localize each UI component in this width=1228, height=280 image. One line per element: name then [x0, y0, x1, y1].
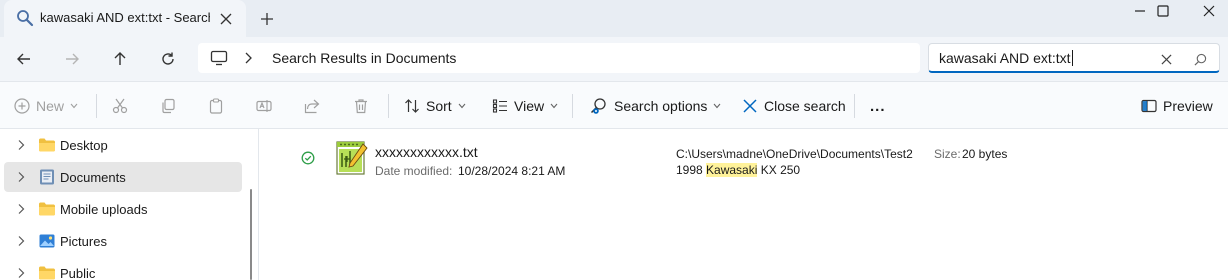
view-list-icon: [492, 99, 507, 113]
chevron-down-icon: [550, 103, 558, 109]
sidebar-item-label: Pictures: [60, 234, 107, 249]
chevron-down-icon: [458, 103, 466, 109]
cut-button[interactable]: [112, 94, 128, 118]
preview-label: Preview: [1163, 98, 1213, 114]
folder-icon: [39, 266, 55, 280]
maximize-icon[interactable]: [1140, 0, 1186, 22]
close-search-label: Close search: [764, 98, 846, 114]
sidebar-item-pictures[interactable]: Pictures: [4, 226, 242, 256]
refresh-icon[interactable]: [154, 46, 182, 72]
close-search-button[interactable]: Close search: [742, 94, 846, 118]
clipboard-icon: [209, 98, 223, 114]
content-snippet: 1998 Kawasaki KX 250: [676, 163, 801, 177]
documents-icon: [40, 169, 54, 185]
rename-button[interactable]: [256, 94, 272, 118]
navigation-pane: Desktop Documents Mobile uploads Picture…: [0, 129, 250, 280]
pictures-icon: [39, 234, 55, 248]
search-hit-highlight: Kawasaki: [706, 163, 758, 177]
sidebar-item-desktop[interactable]: Desktop: [4, 130, 242, 160]
window-close-icon[interactable]: [1186, 0, 1228, 22]
sidebar-item-public[interactable]: Public: [4, 258, 242, 280]
search-options-label: Search options: [614, 98, 708, 114]
plus-circle-icon: [14, 98, 30, 114]
date-modified-value: 10/28/2024 8:21 AM: [458, 164, 566, 178]
chevron-right-icon[interactable]: [16, 139, 26, 151]
separator: [388, 94, 389, 118]
sidebar-item-label: Public: [60, 266, 96, 280]
sidebar-item-label: Mobile uploads: [60, 202, 148, 217]
address-row: Search Results in Documents kawasaki AND…: [0, 37, 1228, 81]
chevron-down-icon: [70, 103, 78, 109]
separator: [572, 94, 573, 118]
this-pc-icon[interactable]: [210, 50, 228, 66]
command-bar: New Sort View Search options Close searc…: [0, 81, 1228, 129]
search-icon[interactable]: [1191, 50, 1209, 68]
more-label: ...: [870, 97, 886, 115]
back-icon[interactable]: [10, 46, 38, 72]
new-tab-icon[interactable]: [256, 8, 278, 30]
new-button[interactable]: New: [14, 94, 78, 118]
file-name[interactable]: xxxxxxxxxxxx.txt: [375, 144, 478, 160]
sort-button[interactable]: Sort: [404, 94, 466, 118]
chevron-right-icon[interactable]: [16, 171, 26, 183]
search-options-button[interactable]: Search options: [590, 94, 721, 118]
paste-button[interactable]: [208, 94, 224, 118]
copy-button[interactable]: [160, 94, 176, 118]
new-label: New: [36, 98, 65, 114]
sort-label: Sort: [426, 98, 452, 114]
size-label: Size:: [934, 147, 961, 161]
search-options-icon: [590, 98, 606, 114]
folder-icon: [39, 202, 55, 216]
sidebar-item-mobile-uploads[interactable]: Mobile uploads: [4, 194, 242, 224]
sidebar-item-label: Desktop: [60, 138, 108, 153]
chevron-down-icon: [713, 103, 721, 109]
size-value: 20 bytes: [962, 147, 1008, 161]
sidebar-item-documents[interactable]: Documents: [4, 162, 242, 192]
rename-icon: [256, 100, 272, 112]
address-path[interactable]: Search Results in Documents: [272, 50, 456, 66]
tab-close-icon[interactable]: [216, 9, 236, 29]
title-bar: kawasaki AND ext:txt - Search Results in…: [0, 0, 1228, 37]
separator: [854, 94, 855, 118]
folder-icon: [39, 138, 55, 152]
view-button[interactable]: View: [492, 94, 558, 118]
chevron-right-icon[interactable]: [16, 203, 26, 215]
date-modified-label: Date modified:: [375, 164, 453, 178]
close-icon: [743, 99, 757, 113]
address-bar[interactable]: Search Results in Documents: [198, 43, 920, 73]
view-label: View: [514, 98, 545, 114]
sync-status-check-icon: [301, 151, 315, 165]
share-icon: [304, 99, 320, 114]
search-input[interactable]: kawasaki AND ext:txt: [939, 50, 1073, 66]
scissors-icon: [112, 98, 128, 114]
preview-pane-button[interactable]: Preview: [1141, 94, 1213, 118]
copy-icon: [162, 98, 175, 114]
more-options-button[interactable]: ...: [870, 94, 886, 118]
sort-icon: [405, 99, 419, 113]
nav-pane-scrollbar[interactable]: [250, 189, 252, 280]
search-icon: [17, 10, 34, 27]
notepad-plus-plus-file-icon: [336, 141, 368, 175]
up-icon[interactable]: [106, 46, 134, 72]
sidebar-item-label: Documents: [60, 170, 126, 185]
chevron-right-icon[interactable]: [242, 51, 254, 65]
forward-icon[interactable]: [58, 46, 86, 72]
chevron-right-icon[interactable]: [16, 235, 26, 247]
preview-pane-icon: [1141, 99, 1157, 113]
clear-search-icon[interactable]: [1157, 50, 1175, 68]
file-path: C:\Users\madne\OneDrive\Documents\Test2: [676, 147, 913, 161]
search-result-row[interactable]: xxxxxxxxxxxx.txt Date modified: 10/28/20…: [259, 135, 1228, 183]
tab-search-results[interactable]: kawasaki AND ext:txt - Search Results in…: [4, 0, 246, 37]
separator: [96, 94, 97, 118]
trash-icon: [355, 99, 367, 114]
share-button[interactable]: [304, 94, 320, 118]
tab-title: kawasaki AND ext:txt - Search Results in…: [40, 10, 210, 25]
delete-button[interactable]: [353, 94, 369, 118]
chevron-right-icon[interactable]: [16, 267, 26, 279]
search-box[interactable]: kawasaki AND ext:txt: [928, 43, 1220, 73]
